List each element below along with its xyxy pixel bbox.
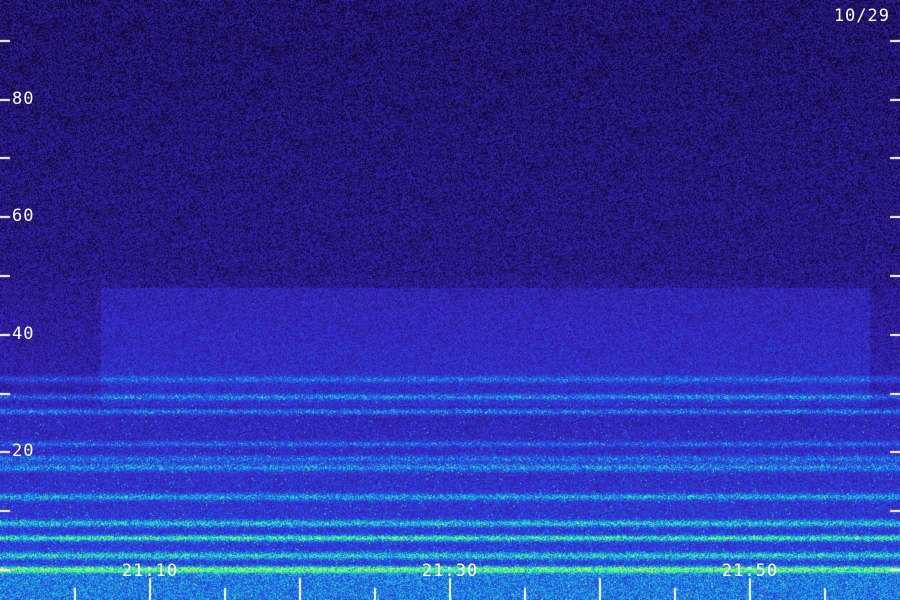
y-tick-label: 60 (12, 206, 35, 227)
x-tick-label: 21:10 (121, 561, 179, 581)
date-label: 10/29 (833, 6, 890, 26)
spectrogram-image (0, 0, 900, 600)
x-tick-label: 21:30 (421, 561, 479, 581)
y-tick-label: 40 (12, 323, 35, 344)
x-tick-label: 21:50 (721, 561, 779, 581)
y-tick-label: 80 (12, 88, 35, 109)
y-tick-label: 20 (12, 441, 35, 462)
